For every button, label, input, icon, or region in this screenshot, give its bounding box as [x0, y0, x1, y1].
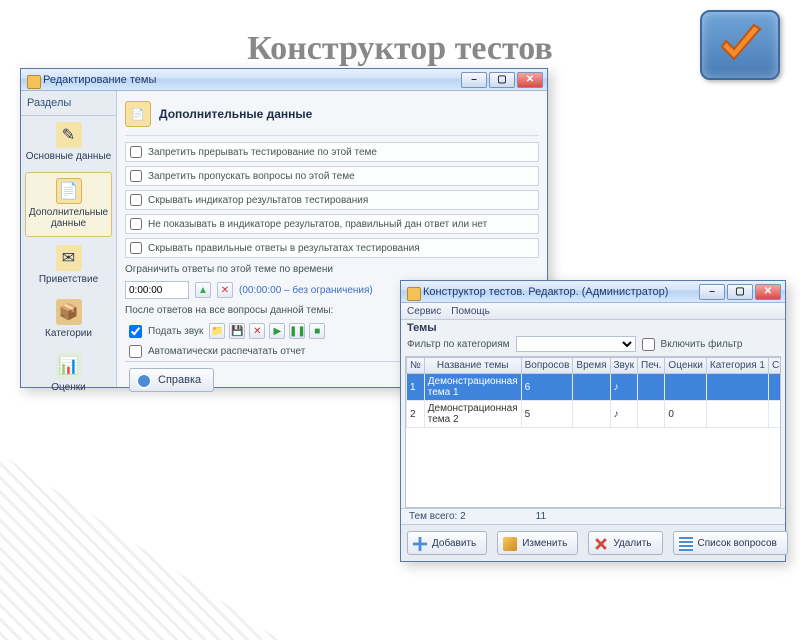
window-title: Конструктор тестов. Редактор. (Администр…: [405, 286, 699, 298]
option-label: Запретить пропускать вопросы по этой тем…: [148, 171, 355, 182]
checkbox[interactable]: [130, 218, 142, 230]
sidebar-item-greeting[interactable]: ✉ Приветствие: [21, 239, 116, 293]
sidebar-item-additional-data[interactable]: 📄 Дополнительные данные: [25, 172, 112, 237]
box-icon: 📦: [56, 299, 82, 325]
col-header[interactable]: Печ.: [638, 358, 665, 374]
sidebar-item-main-data[interactable]: ✎ Основные данные: [21, 116, 116, 170]
time-input[interactable]: [125, 281, 189, 299]
decor-stripes: [0, 400, 280, 640]
checkbox[interactable]: [130, 194, 142, 206]
totals-questions: 11: [536, 511, 546, 522]
totals-label: Тем всего: 2: [409, 511, 466, 522]
sidebar-item-grades[interactable]: 📊 Оценки: [21, 347, 116, 401]
option-label: Скрывать правильные ответы в результатах…: [148, 243, 420, 254]
time-up-button[interactable]: ▲: [195, 282, 211, 298]
col-header[interactable]: Скр: [768, 358, 781, 374]
option-label: Не показывать в индикаторе результатов, …: [148, 219, 487, 230]
minimize-button[interactable]: –: [699, 284, 725, 300]
note-icon: 📄: [125, 101, 151, 127]
question-list-button[interactable]: Список вопросов: [673, 531, 788, 555]
save-sound-icon[interactable]: 💾: [229, 323, 245, 339]
delete-sound-icon[interactable]: ✕: [249, 323, 265, 339]
sidebar-item-label: Дополнительные данные: [27, 207, 110, 229]
letter-icon: ✉: [56, 245, 82, 271]
page-title: Конструктор тестов: [0, 30, 800, 68]
col-header[interactable]: Оценки: [665, 358, 706, 374]
checkbox[interactable]: [130, 170, 142, 182]
option-row[interactable]: Не показывать в индикаторе результатов, …: [125, 214, 539, 234]
time-limit-label: Ограничить ответы по этой теме по времен…: [125, 264, 333, 275]
option-label: Запретить прерывать тестирование по этой…: [148, 147, 377, 158]
section-header: Темы: [401, 320, 785, 334]
menu-item[interactable]: Помощь: [451, 306, 490, 317]
category-filter-select[interactable]: [516, 336, 636, 352]
maximize-button[interactable]: ▢: [489, 72, 515, 88]
col-header[interactable]: Вопросов: [521, 358, 573, 374]
filter-label: Фильтр по категориям: [407, 339, 510, 350]
note-icon: 📄: [56, 178, 82, 204]
col-header[interactable]: Название темы: [424, 358, 521, 374]
open-sound-icon[interactable]: 📁: [209, 323, 225, 339]
autoreport-label: Автоматически распечатать отчет: [148, 346, 305, 357]
col-header[interactable]: Время: [573, 358, 610, 374]
pencil-icon: ✎: [56, 122, 82, 148]
table-row[interactable]: 2 Демонстрационная тема 2 5 ♪ 0: [407, 401, 782, 428]
themes-table: № Название темы Вопросов Время Звук Печ.…: [405, 356, 781, 508]
checkbox[interactable]: [130, 146, 142, 158]
titlebar[interactable]: Редактирование темы – ▢ ✕: [21, 69, 547, 91]
pause-icon[interactable]: ❚❚: [289, 323, 305, 339]
help-button[interactable]: Справка: [129, 368, 214, 392]
enable-filter-label: Включить фильтр: [661, 339, 743, 350]
option-label: Скрывать индикатор результатов тестирова…: [148, 195, 368, 206]
window-test-list: Конструктор тестов. Редактор. (Администр…: [400, 280, 786, 562]
after-answers-label: После ответов на все вопросы данной темы…: [125, 305, 333, 316]
toolbar: Добавить Изменить Удалить Список вопросо…: [401, 524, 785, 561]
sidebar: Разделы ✎ Основные данные 📄 Дополнительн…: [21, 91, 117, 387]
col-header[interactable]: Категория 1: [706, 358, 768, 374]
menu-item[interactable]: Сервис: [407, 306, 441, 317]
stop-icon[interactable]: ■: [309, 323, 325, 339]
close-button[interactable]: ✕: [755, 284, 781, 300]
option-row[interactable]: Запретить прерывать тестирование по этой…: [125, 142, 539, 162]
checkmark-badge-icon: [700, 10, 780, 80]
play-icon[interactable]: ▶: [269, 323, 285, 339]
checkbox[interactable]: [129, 345, 142, 358]
edit-button[interactable]: Изменить: [497, 531, 578, 555]
option-row[interactable]: Скрывать правильные ответы в результатах…: [125, 238, 539, 258]
delete-button[interactable]: Удалить: [588, 531, 662, 555]
sidebar-item-label: Приветствие: [39, 274, 98, 285]
col-header[interactable]: №: [407, 358, 425, 374]
add-button[interactable]: Добавить: [407, 531, 487, 555]
sidebar-item-label: Категории: [45, 328, 92, 339]
sidebar-item-label: Оценки: [51, 382, 85, 393]
sidebar-item-categories[interactable]: 📦 Категории: [21, 293, 116, 347]
col-header[interactable]: Звук: [610, 358, 638, 374]
checkbox[interactable]: [130, 242, 142, 254]
sidebar-header: Разделы: [21, 93, 116, 116]
minimize-button[interactable]: –: [461, 72, 487, 88]
panel-title: Дополнительные данные: [159, 107, 312, 121]
time-hint: (00:00:00 – без ограничения): [239, 285, 373, 296]
close-button[interactable]: ✕: [517, 72, 543, 88]
window-title: Редактирование темы: [25, 74, 461, 86]
grades-icon: 📊: [56, 353, 82, 379]
time-clear-button[interactable]: ✕: [217, 282, 233, 298]
sound-checkbox[interactable]: [129, 325, 142, 338]
menubar: Сервис Помощь: [401, 303, 785, 320]
sidebar-item-label: Основные данные: [26, 151, 111, 162]
table-row[interactable]: 1 Демонстрационная тема 1 6 ♪: [407, 374, 782, 401]
option-row[interactable]: Скрывать индикатор результатов тестирова…: [125, 190, 539, 210]
enable-filter-checkbox[interactable]: [642, 338, 655, 351]
option-row[interactable]: Запретить пропускать вопросы по этой тем…: [125, 166, 539, 186]
sound-label: Подать звук: [148, 326, 203, 337]
maximize-button[interactable]: ▢: [727, 284, 753, 300]
titlebar[interactable]: Конструктор тестов. Редактор. (Администр…: [401, 281, 785, 303]
